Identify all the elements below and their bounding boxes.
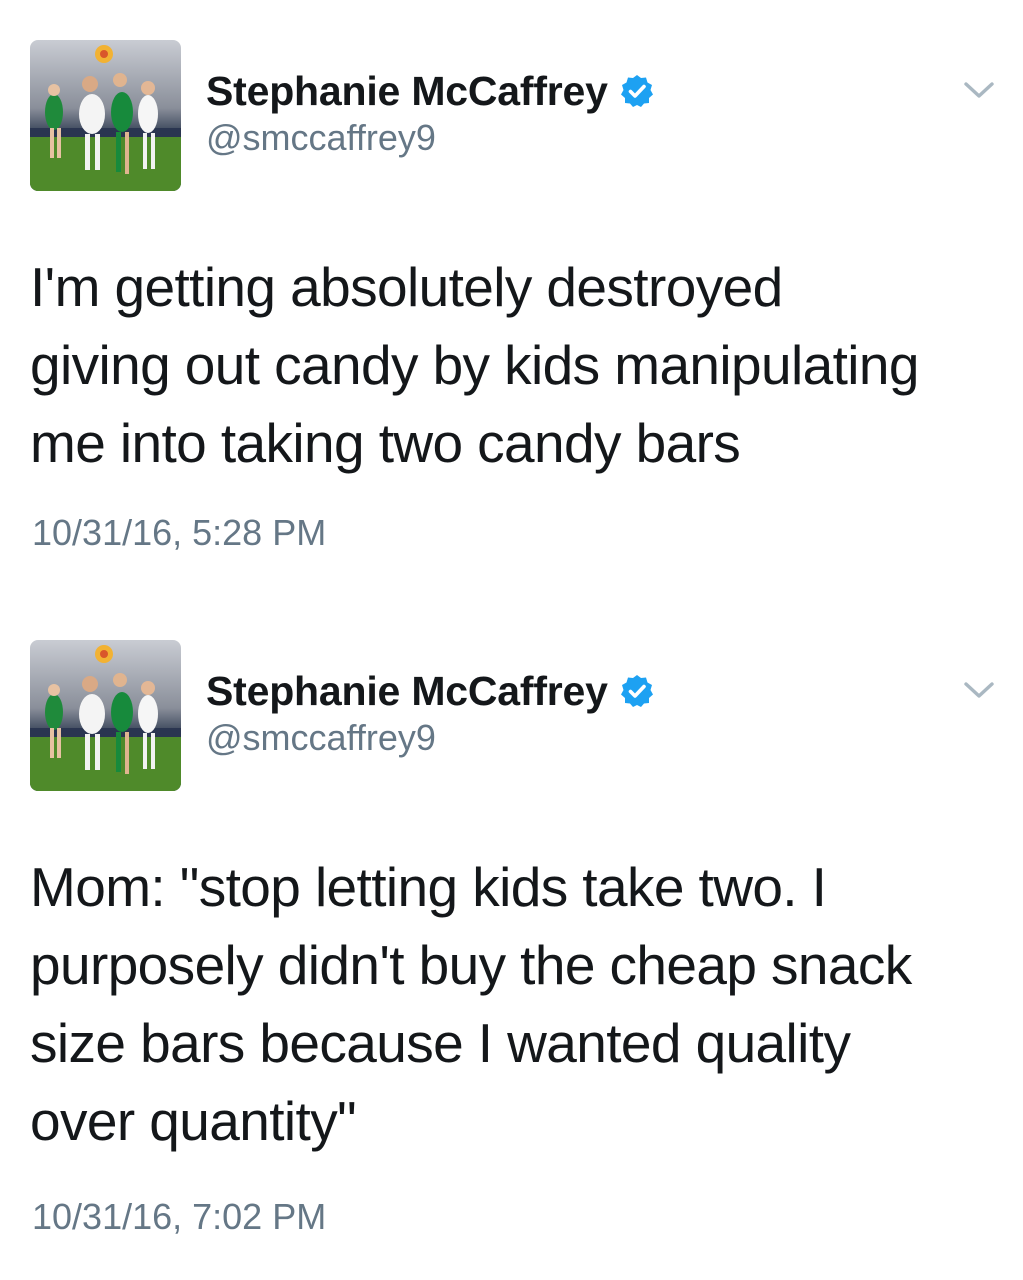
tweet: Stephanie McCaffrey @smccaffrey9 I'm get… bbox=[0, 0, 1023, 600]
author-name-row[interactable]: Stephanie McCaffrey bbox=[206, 666, 654, 716]
tweet-timestamp[interactable]: 10/31/16, 7:02 PM bbox=[32, 1196, 326, 1238]
verified-badge-icon bbox=[620, 75, 653, 107]
tweet-text-line: Mom: "stop letting kids take two. I bbox=[30, 856, 827, 918]
avatar[interactable] bbox=[30, 640, 181, 791]
author-name-row[interactable]: Stephanie McCaffrey bbox=[206, 66, 654, 116]
tweet-text-line: purposely didn't buy the cheap snack bbox=[30, 934, 912, 996]
chevron-down-icon[interactable] bbox=[962, 78, 996, 102]
author-handle[interactable]: @smccaffrey9 bbox=[206, 717, 436, 759]
avatar[interactable] bbox=[30, 40, 181, 191]
profile-photo bbox=[30, 640, 181, 791]
tweet-text-line: size bars because I wanted quality bbox=[30, 1012, 851, 1074]
tweet-timestamp[interactable]: 10/31/16, 5:28 PM bbox=[32, 512, 326, 554]
tweet-text: I'm getting absolutely destroyed giving … bbox=[30, 248, 1000, 482]
tweet-text-line: me into taking two candy bars bbox=[30, 412, 741, 474]
author-display-name[interactable]: Stephanie McCaffrey bbox=[206, 668, 608, 715]
tweet-text: Mom: "stop letting kids take two. I purp… bbox=[30, 848, 1000, 1160]
tweet-text-line: over quantity" bbox=[30, 1090, 357, 1152]
tweet-text-line: I'm getting absolutely destroyed bbox=[30, 256, 783, 318]
chevron-down-icon[interactable] bbox=[962, 678, 996, 702]
tweet: Stephanie McCaffrey @smccaffrey9 Mom: "s… bbox=[0, 600, 1023, 1237]
profile-photo bbox=[30, 40, 181, 191]
author-handle[interactable]: @smccaffrey9 bbox=[206, 117, 436, 159]
author-display-name[interactable]: Stephanie McCaffrey bbox=[206, 68, 608, 115]
tweet-text-line: giving out candy by kids manipulating bbox=[30, 334, 920, 396]
verified-badge-icon bbox=[620, 675, 653, 707]
